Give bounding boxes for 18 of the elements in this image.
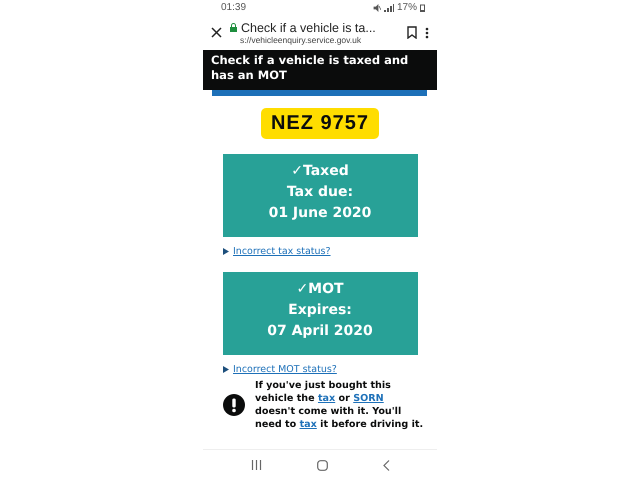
status-heading: ✓Taxed bbox=[291, 162, 349, 181]
status-link[interactable]: Incorrect MOT status? bbox=[233, 364, 337, 375]
status-date: 01 June 2020 bbox=[268, 204, 372, 223]
text-link[interactable]: SORN bbox=[353, 393, 384, 404]
status-label: Tax due: bbox=[286, 183, 354, 202]
warning-text: If you've just bought this vehicle the tax or SORN doesn't come with it. You'll need to tax it before driving it. bbox=[255, 379, 424, 431]
page-heading: Check if a vehicle is taxed and has an MOT bbox=[203, 50, 437, 90]
number-plate: NEZ 9757 bbox=[260, 108, 380, 139]
page-title: Check if a vehicle is ta... bbox=[241, 20, 376, 34]
text-link[interactable]: tax bbox=[318, 393, 336, 404]
clock-time: 01:39 bbox=[221, 2, 246, 13]
url-text[interactable]: s://vehicleenquiry.service.gov.uk bbox=[230, 34, 399, 44]
status-date: 07 April 2020 bbox=[267, 322, 373, 341]
status-link[interactable]: Incorrect tax status? bbox=[233, 246, 331, 257]
status-label: Expires: bbox=[288, 301, 352, 320]
text-link[interactable]: tax bbox=[300, 419, 317, 430]
battery-level: 17% bbox=[396, 2, 417, 13]
status-heading: ✓MOT bbox=[296, 280, 344, 299]
